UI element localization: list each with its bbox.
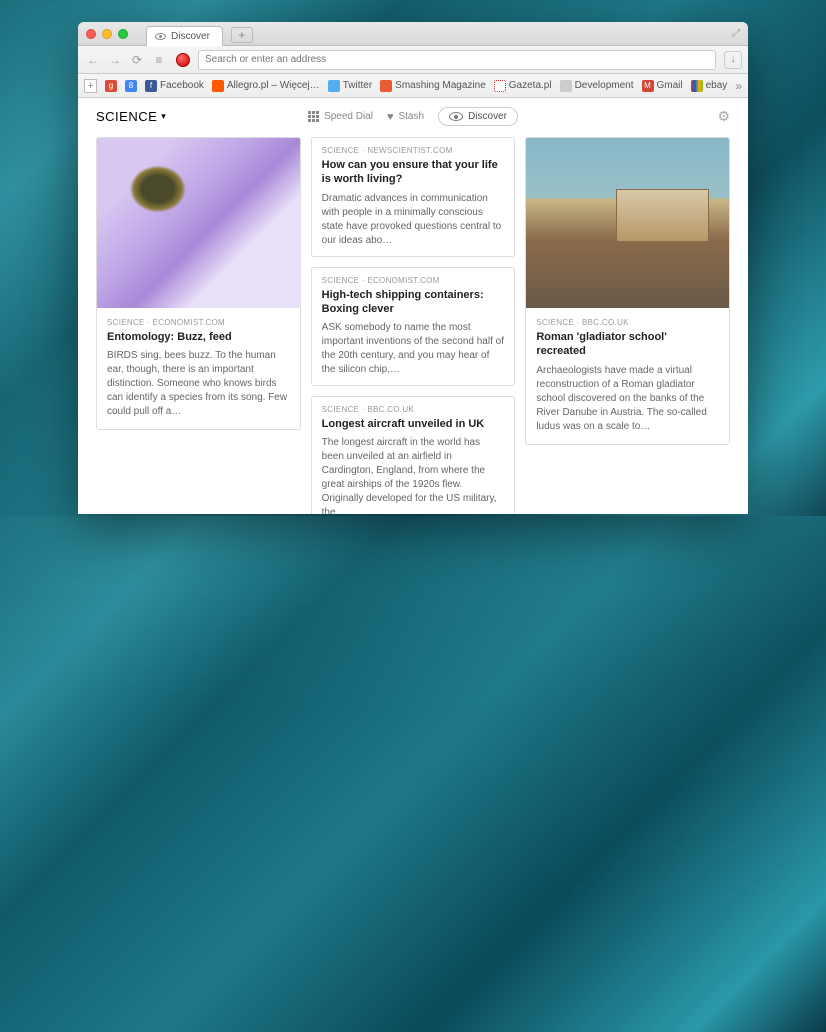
mode-stash[interactable]: ♥ Stash: [387, 111, 424, 123]
bookmark-item[interactable]: 8: [125, 80, 137, 92]
article-grid: SCIENCE · ECONOMIST.COM Entomology: Buzz…: [96, 137, 730, 514]
article-title: How can you ensure that your life is wor…: [322, 158, 505, 187]
bookmark-item[interactable]: Smashing Magazine: [380, 80, 486, 92]
article-excerpt: BIRDS sing, bees buzz. To the human ear,…: [107, 349, 290, 419]
zoom-button[interactable]: [118, 29, 128, 39]
mode-discover[interactable]: Discover: [438, 107, 518, 126]
article-image: [97, 138, 300, 308]
bookmark-item[interactable]: g: [105, 80, 117, 92]
opera-logo-icon[interactable]: [176, 53, 190, 67]
top-nav: SCIENCE ▾ Speed Dial ♥ Stash Discover ⚙: [96, 108, 730, 125]
article-source: SCIENCE · NEWSCIENTIST.COM: [322, 146, 505, 155]
bookmark-item[interactable]: MGmail: [642, 80, 683, 92]
bookmark-icon: g: [105, 80, 117, 92]
menu-button[interactable]: ≡: [150, 51, 168, 69]
close-button[interactable]: [86, 29, 96, 39]
bookmark-icon: 8: [125, 80, 137, 92]
article-title: Roman 'gladiator school' recreated: [536, 330, 719, 359]
category-label: SCIENCE: [96, 109, 157, 124]
article-source: SCIENCE · BBC.CO.UK: [322, 405, 505, 414]
fullscreen-icon[interactable]: ⤢: [732, 28, 740, 39]
article-excerpt: Dramatic advances in communication with …: [322, 192, 505, 248]
back-button[interactable]: ←: [84, 51, 102, 69]
bookmark-folder-icon: [560, 80, 572, 92]
bookmark-icon: [494, 80, 506, 92]
article-excerpt: ASK somebody to name the most important …: [322, 321, 505, 377]
bookmark-item[interactable]: fFacebook: [145, 80, 204, 92]
category-dropdown[interactable]: SCIENCE ▾: [96, 109, 166, 124]
titlebar: Discover + ⤢: [78, 22, 748, 46]
article-image: [526, 138, 729, 308]
grid-icon: [308, 111, 319, 122]
downloads-button[interactable]: ↓: [724, 51, 742, 69]
new-tab-button[interactable]: +: [231, 27, 253, 43]
article-card[interactable]: SCIENCE · ECONOMIST.COM Entomology: Buzz…: [96, 137, 301, 430]
article-source: SCIENCE · ECONOMIST.COM: [107, 318, 290, 327]
browser-tab[interactable]: Discover: [146, 26, 223, 46]
article-title: Longest aircraft unveiled in UK: [322, 417, 505, 431]
article-excerpt: The longest aircraft in the world has be…: [322, 436, 505, 514]
bookmark-item[interactable]: Twitter: [328, 80, 372, 92]
article-card[interactable]: SCIENCE · BBC.CO.UK Roman 'gladiator sch…: [525, 137, 730, 445]
bookmarks-overflow-button[interactable]: »: [735, 79, 742, 93]
traffic-lights: [86, 29, 128, 39]
article-card[interactable]: SCIENCE · BBC.CO.UK Longest aircraft unv…: [311, 396, 516, 514]
bookmark-item[interactable]: Allegro.pl – Więcej…: [212, 80, 320, 92]
bookmark-icon: f: [145, 80, 157, 92]
bookmark-icon: [328, 80, 340, 92]
bookmark-icon: [691, 80, 703, 92]
settings-button[interactable]: ⚙: [717, 108, 730, 125]
tab-favicon-icon: [155, 33, 166, 40]
reload-button[interactable]: ⟳: [128, 51, 146, 69]
forward-button[interactable]: →: [106, 51, 124, 69]
nav-toolbar: ← → ⟳ ≡ ↓: [78, 46, 748, 74]
minimize-button[interactable]: [102, 29, 112, 39]
view-modes: Speed Dial ♥ Stash Discover: [308, 107, 518, 126]
bookmark-icon: [380, 80, 392, 92]
eye-icon: [449, 112, 463, 121]
content-area: SCIENCE ▾ Speed Dial ♥ Stash Discover ⚙: [78, 98, 748, 514]
article-source: SCIENCE · ECONOMIST.COM: [322, 276, 505, 285]
bookmark-item[interactable]: Gazeta.pl: [494, 80, 552, 92]
article-title: High-tech shipping containers: Boxing cl…: [322, 288, 505, 317]
article-source: SCIENCE · BBC.CO.UK: [536, 318, 719, 327]
article-excerpt: Archaeologists have made a virtual recon…: [536, 364, 719, 434]
bookmark-icon: [212, 80, 224, 92]
bookmark-item[interactable]: ebay: [691, 80, 728, 92]
mode-speed-dial[interactable]: Speed Dial: [308, 111, 373, 122]
add-bookmark-button[interactable]: +: [84, 79, 97, 93]
article-card[interactable]: SCIENCE · ECONOMIST.COM High-tech shippi…: [311, 267, 516, 387]
bookmarks-bar: + g 8 fFacebook Allegro.pl – Więcej… Twi…: [78, 74, 748, 98]
article-card[interactable]: SCIENCE · NEWSCIENTIST.COM How can you e…: [311, 137, 516, 257]
browser-window: Discover + ⤢ ← → ⟳ ≡ ↓ + g 8 fFacebook A…: [78, 22, 748, 514]
article-title: Entomology: Buzz, feed: [107, 330, 290, 344]
address-bar[interactable]: [198, 50, 716, 70]
bookmark-icon: M: [642, 80, 654, 92]
bookmark-item[interactable]: Development: [560, 80, 634, 92]
heart-icon: ♥: [387, 111, 394, 123]
chevron-down-icon: ▾: [161, 111, 166, 122]
tab-title: Discover: [171, 31, 210, 42]
